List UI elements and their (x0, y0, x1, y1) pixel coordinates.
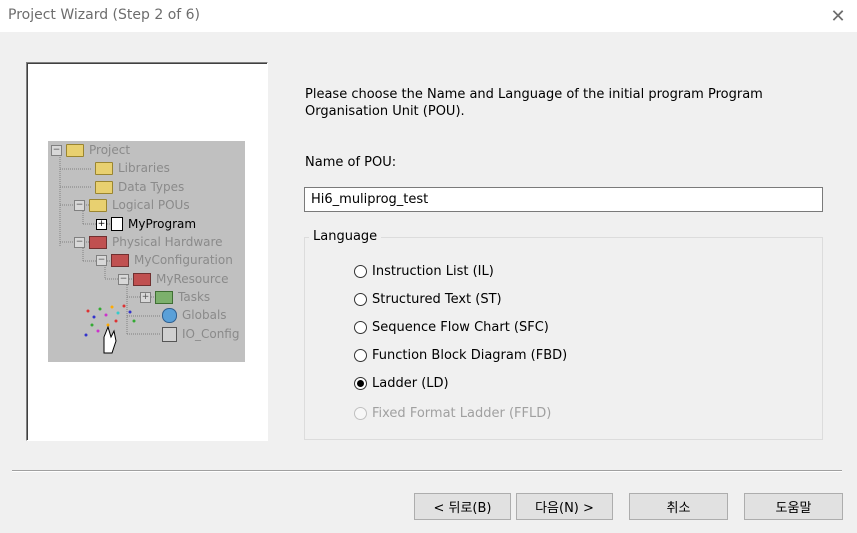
radio-label: Function Block Diagram (FBD) (372, 347, 568, 363)
radio-label: Sequence Flow Chart (SFC) (372, 319, 549, 335)
tree-item-globals: Globals (162, 306, 227, 324)
radio-button-disabled-icon (354, 406, 367, 420)
hardware-icon (89, 235, 107, 249)
expand-toggle-icon: + (96, 218, 107, 230)
tasks-icon (155, 290, 173, 304)
tree-item-tasks: + Tasks (140, 288, 210, 306)
radio-structured-text[interactable]: Structured Text (ST) (354, 289, 502, 309)
tree-item-label: MyProgram (128, 217, 197, 231)
tree-item-label: Tasks (178, 290, 211, 304)
tree-item-label: Libraries (118, 161, 170, 175)
program-icon (111, 217, 123, 231)
tree-item-myconfiguration: − MyConfiguration (96, 251, 233, 269)
tree-item-label: Data Types (118, 180, 185, 194)
radio-fixed-format-ladder: Fixed Format Ladder (FFLD) (354, 403, 551, 423)
radio-ladder[interactable]: Ladder (LD) (354, 373, 449, 393)
radio-button-icon[interactable] (354, 264, 367, 278)
back-button[interactable]: < 뒤로(B) (414, 493, 511, 520)
radio-label: Instruction List (IL) (372, 263, 494, 279)
tree-item-io-config: IO_Config (162, 325, 240, 343)
title-bar: Project Wizard (Step 2 of 6) ✕ (0, 0, 857, 32)
collapse-toggle-icon: − (74, 236, 85, 248)
collapse-toggle-icon: − (118, 273, 129, 285)
radio-label: Structured Text (ST) (372, 291, 502, 307)
radio-function-block-diagram[interactable]: Function Block Diagram (FBD) (354, 345, 567, 365)
instruction-text: Please choose the Name and Language of t… (305, 87, 763, 119)
project-tree-illustration: − Project Libraries Data Types − Logical… (48, 141, 245, 362)
tree-item-data-types: Data Types (95, 178, 184, 196)
folder-icon (95, 180, 113, 194)
io-config-icon (162, 326, 177, 342)
footer-separator (12, 470, 842, 472)
next-button[interactable]: 다음(N) > (516, 493, 613, 520)
tree-item-myprogram: + MyProgram (96, 215, 196, 233)
tree-item-myresource: − MyResource (118, 270, 229, 288)
tree-item-label: IO_Config (182, 327, 240, 341)
collapse-toggle-icon: − (74, 199, 85, 211)
tree-item-label: MyResource (156, 272, 229, 286)
folder-open-icon (66, 143, 84, 157)
collapse-toggle-icon: − (51, 144, 62, 156)
resource-icon (133, 272, 151, 286)
wizard-illustration-panel: − Project Libraries Data Types − Logical… (26, 62, 268, 441)
tree-item-label: Physical Hardware (112, 235, 223, 249)
cancel-button[interactable]: 취소 (629, 493, 728, 520)
wizard-hand-icon (84, 304, 136, 354)
configuration-icon (111, 253, 129, 267)
language-group-label: Language (309, 229, 382, 244)
tree-item-libraries: Libraries (95, 159, 170, 177)
radio-button-icon[interactable] (354, 292, 367, 306)
radio-instruction-list[interactable]: Instruction List (IL) (354, 261, 494, 281)
tree-item-logical-pous: − Logical POUs (74, 196, 190, 214)
radio-button-icon[interactable] (354, 320, 367, 334)
collapse-toggle-icon: − (96, 254, 107, 266)
globals-icon (162, 307, 177, 323)
folder-open-icon (89, 198, 107, 212)
radio-button-icon[interactable] (354, 348, 367, 362)
expand-toggle-icon: + (140, 291, 151, 303)
tree-item-label: MyConfiguration (134, 253, 233, 267)
close-icon[interactable]: ✕ (825, 3, 851, 29)
tree-item-project: − Project (51, 141, 130, 159)
tree-item-physical-hardware: − Physical Hardware (74, 233, 223, 251)
pou-name-label: Name of POU: (305, 155, 397, 170)
tree-item-label: Globals (182, 308, 227, 322)
tree-item-label: Project (89, 143, 131, 157)
window-title: Project Wizard (Step 2 of 6) (8, 7, 201, 23)
tree-item-label: Logical POUs (112, 198, 190, 212)
radio-button-checked-icon[interactable] (354, 376, 367, 390)
radio-label: Ladder (LD) (372, 375, 449, 391)
pou-name-input[interactable] (304, 187, 823, 212)
radio-sequence-flow-chart[interactable]: Sequence Flow Chart (SFC) (354, 317, 549, 337)
folder-icon (95, 161, 113, 175)
radio-label: Fixed Format Ladder (FFLD) (372, 405, 552, 421)
help-button[interactable]: 도움말 (744, 493, 843, 520)
